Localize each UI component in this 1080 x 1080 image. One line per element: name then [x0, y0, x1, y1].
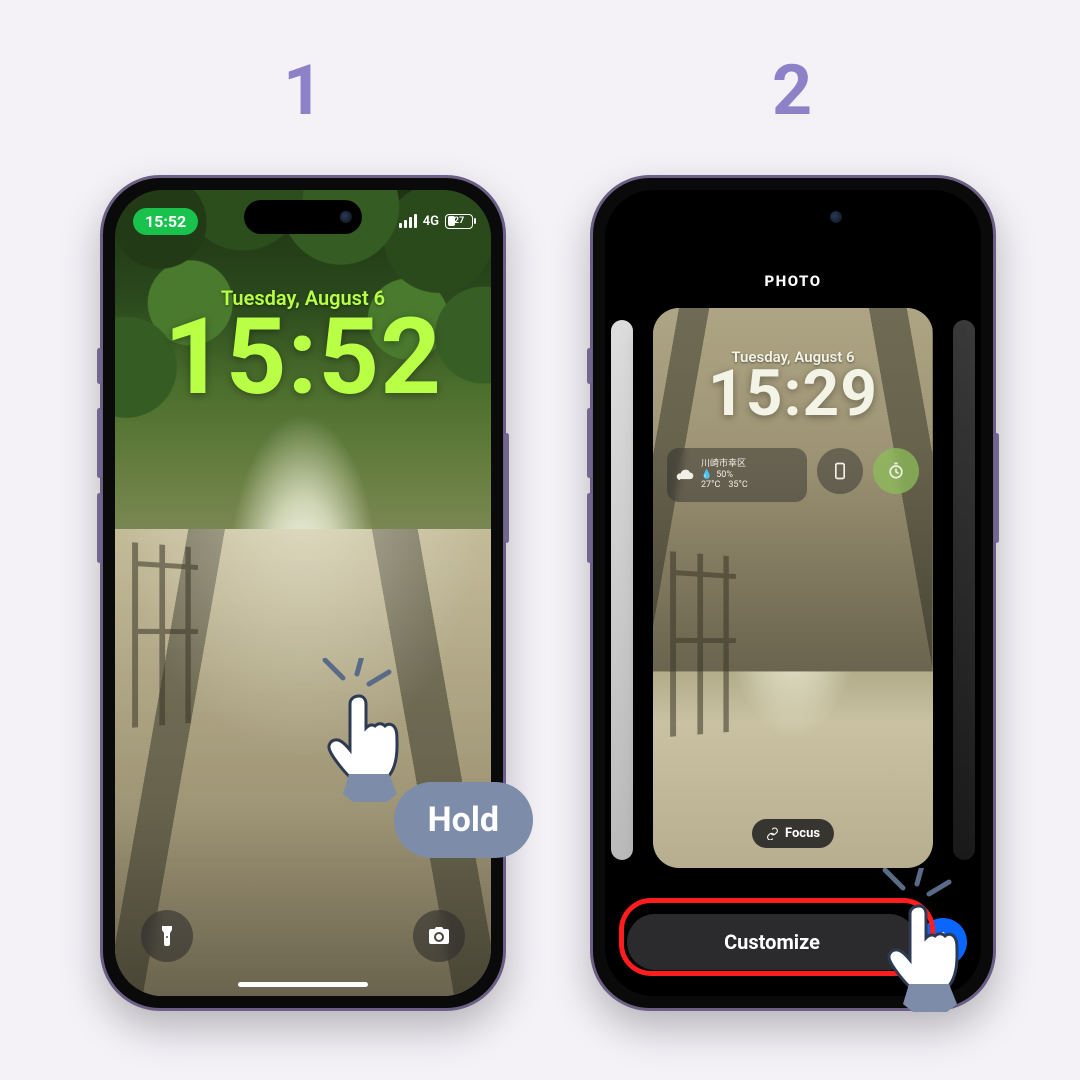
phone-outline-icon	[830, 461, 850, 481]
lock-screen-time: 15:52	[115, 304, 491, 410]
volume-down-button[interactable]	[97, 493, 102, 563]
weather-widget[interactable]: 川崎市幸区 💧50% 27°C 35°C	[667, 448, 807, 502]
weather-location: 川崎市幸区	[701, 459, 748, 470]
widget-row: 川崎市幸区 💧50% 27°C 35°C	[653, 448, 933, 502]
flashlight-icon	[155, 924, 179, 948]
link-icon	[766, 827, 779, 840]
prev-wallpaper-peek[interactable]	[611, 320, 633, 860]
focus-link-button[interactable]: Focus	[752, 819, 834, 848]
timer-icon	[886, 461, 906, 481]
wallpaper-preview-card[interactable]: Tuesday, August 6 15:29 川崎市幸区 💧50% 27°C …	[653, 308, 933, 868]
home-indicator[interactable]	[238, 982, 368, 987]
tap-gesture-icon	[303, 658, 433, 808]
step-number-2: 2	[772, 50, 812, 132]
focus-label: Focus	[785, 826, 820, 841]
status-time-pill[interactable]: 15:52	[133, 208, 198, 235]
weather-humidity: 50%	[716, 470, 733, 481]
dynamic-island[interactable]	[244, 200, 362, 234]
volume-down-button[interactable]	[587, 493, 592, 563]
flashlight-button[interactable]	[141, 910, 193, 962]
battery-widget[interactable]	[817, 448, 863, 494]
timer-widget[interactable]	[873, 448, 919, 494]
volume-up-button[interactable]	[97, 408, 102, 478]
weather-temp-high: 35°C	[728, 480, 747, 491]
weather-temp-low: 27°C	[701, 480, 720, 491]
phone-step-1: 15:52 4G 27 Tuesday, August 6 15:52	[100, 175, 506, 1011]
dynamic-island[interactable]	[734, 200, 852, 234]
volume-up-button[interactable]	[587, 408, 592, 478]
wallpaper-type-label: PHOTO	[605, 272, 981, 290]
mute-switch[interactable]	[587, 348, 592, 384]
power-button[interactable]	[994, 433, 999, 543]
battery-icon: 27	[445, 214, 473, 229]
tap-gesture-icon	[863, 868, 993, 1018]
camera-button[interactable]	[413, 910, 465, 962]
power-button[interactable]	[504, 433, 509, 543]
phone-step-2: PHOTO Tuesday, August 6 15:29 川崎市幸区 💧50%…	[590, 175, 996, 1011]
camera-icon	[427, 924, 451, 948]
network-label: 4G	[423, 214, 439, 229]
step-number-1: 1	[283, 50, 323, 132]
next-wallpaper-peek[interactable]	[953, 320, 975, 860]
cloud-icon	[675, 465, 695, 485]
mute-switch[interactable]	[97, 348, 102, 384]
cellular-signal-icon	[399, 214, 417, 228]
preview-time: 15:29	[653, 362, 933, 426]
lock-screen[interactable]: 15:52 4G 27 Tuesday, August 6 15:52	[115, 190, 491, 996]
